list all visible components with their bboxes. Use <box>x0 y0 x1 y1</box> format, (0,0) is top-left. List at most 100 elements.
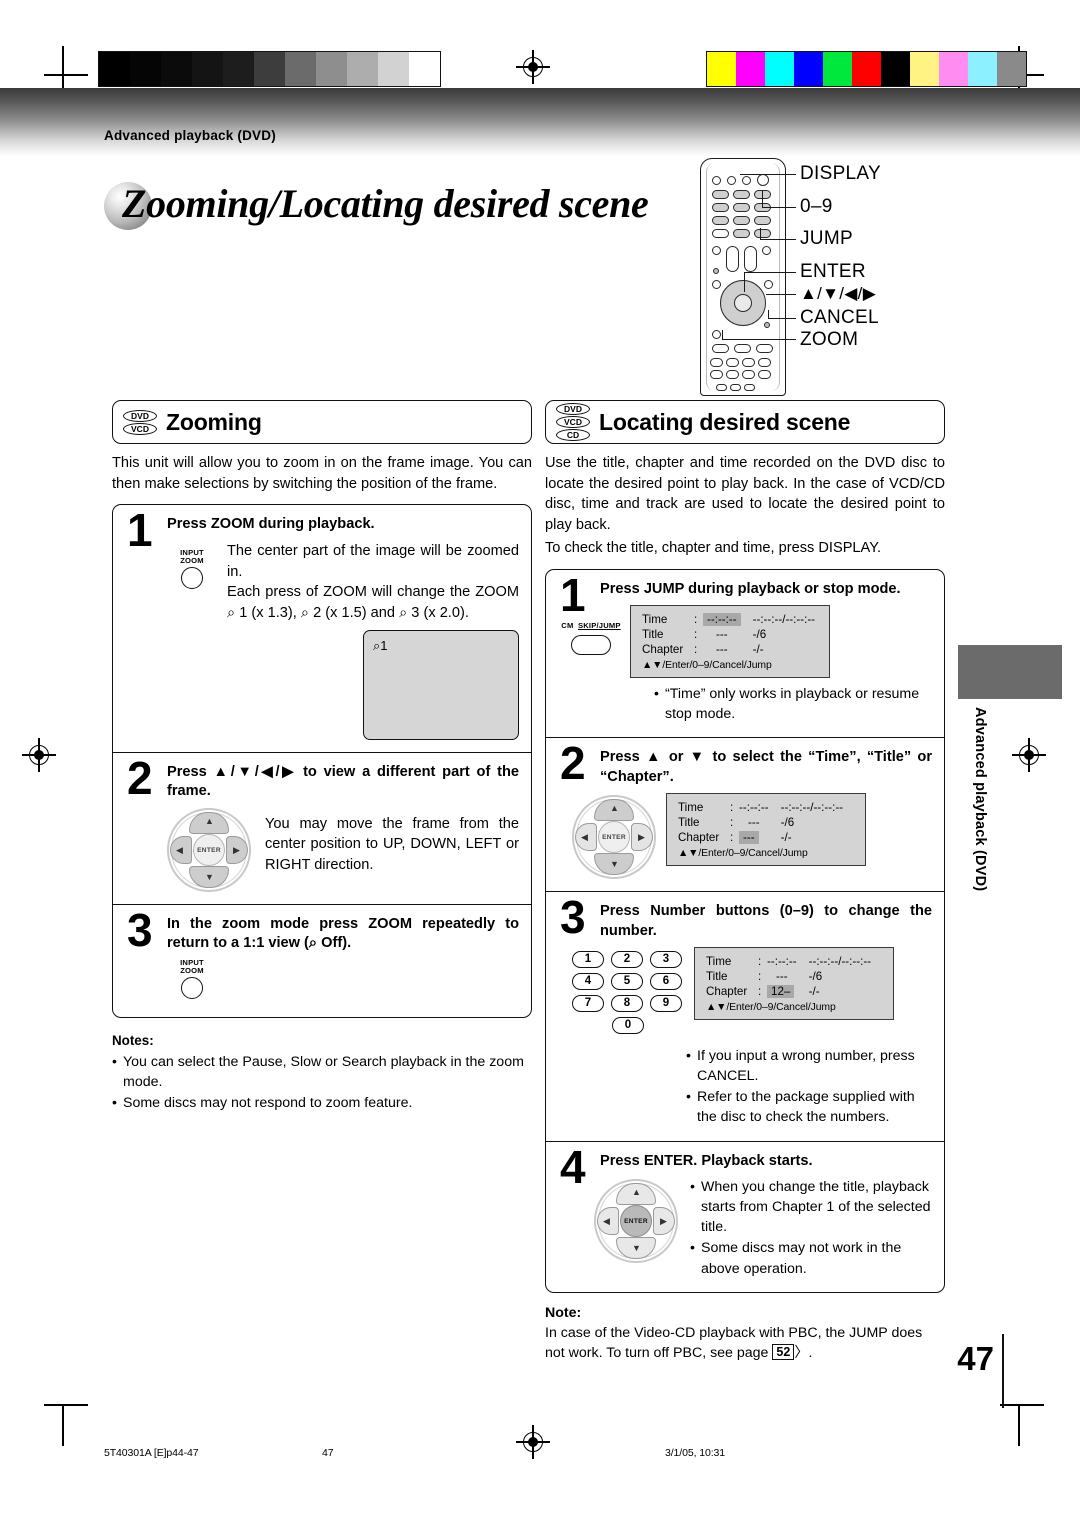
osd-value: --:--:-- <box>703 613 753 628</box>
callout-line-enter <box>744 272 796 274</box>
step-number: 3 <box>560 891 586 944</box>
step-number: 2 <box>127 751 153 804</box>
locating-step-3: 3 Press Number buttons (0–9) to change t… <box>546 891 944 1140</box>
button-circle <box>181 566 203 589</box>
keypad-key: 8 <box>611 994 643 1012</box>
disc-badges: DVD VCD <box>123 409 157 435</box>
dpad-illustration: ▲ ▼ ◀ ▶ ENTER <box>594 1178 678 1263</box>
calibration-swatch <box>285 52 316 86</box>
osd-key: Time <box>642 613 668 626</box>
callout-line-cancel-v <box>768 310 770 319</box>
enter-hub-label: ENTER <box>193 833 225 866</box>
button-cap-line1: CM <box>561 621 574 630</box>
cm-skip-jump-button-glyph: CM SKIP/JUMP <box>558 615 624 655</box>
step-title: Press ZOOM during playback. <box>167 516 375 533</box>
remote-pill-button <box>744 246 757 272</box>
callout-label-enter: ENTER <box>800 261 866 282</box>
zooming-steps: 1 Press ZOOM during playback. INPUT ZOOM… <box>112 504 532 1019</box>
bullet-item: • “Time” only works in playback or resume… <box>654 684 932 724</box>
footer-doc-id: 5T40301A [E]p44-47 <box>104 1447 199 1459</box>
notes-heading: Notes: <box>112 1033 154 1049</box>
callout-label-jump: JUMP <box>800 228 853 249</box>
calibration-swatch <box>223 52 254 86</box>
osd-row-title: Title : --- -/6 <box>706 970 871 985</box>
osd-row-time: Time : --:--:-- --:--:--/--:--:-- <box>678 801 843 816</box>
osd-value: 12– <box>767 984 809 1000</box>
arrow-up-icon: ▲ <box>610 803 619 814</box>
osd-colon: : <box>730 831 734 845</box>
page-number: 47 <box>957 1340 994 1377</box>
step4-bullets: • When you change the title, playback sta… <box>690 1177 932 1280</box>
osd-footer-hint: ▲▼/Enter/0–9/Cancel/Jump <box>706 1001 836 1013</box>
step-body: 1 2 3 4 5 6 7 8 9 0 Time: --:--:-- --:-… <box>558 946 932 1128</box>
calibration-swatch <box>736 52 765 86</box>
crop-mark-tl-v <box>62 46 64 88</box>
calibration-swatch <box>130 52 161 86</box>
osd-row-time: Time : --:--:-- --:--:--/--:--:-- <box>706 955 871 970</box>
remote-lower-row <box>710 358 771 367</box>
osd-extra: -/6 <box>808 969 823 983</box>
locating-intro: Use the title, chapter and time recorded… <box>545 453 945 559</box>
callout-line-zoom-v <box>722 330 724 340</box>
remote-cancel-dot <box>764 322 770 328</box>
step-title: Press JUMP during playback or stop mode. <box>600 580 901 597</box>
note-item: • You can select the Pause, Slow or Searc… <box>112 1052 532 1092</box>
zoom-preview-frame: ⌕1 <box>363 629 519 740</box>
osd-panel-step1: Time : --:--:-- --:--:--/--:--:-- Title … <box>630 605 830 678</box>
keypad-key: 0 <box>612 1016 644 1034</box>
step-title: Press ▲/▼/◀/▶ to view a different part o… <box>167 763 519 800</box>
osd-extra: -/6 <box>752 628 767 641</box>
left-column: DVD VCD Zooming This unit will allow you… <box>112 400 532 1114</box>
osd-footer-hint: ▲▼/Enter/0–9/Cancel/Jump <box>642 660 772 671</box>
remote-enter-dot <box>713 268 719 274</box>
zooming-section-title: Zooming <box>166 408 262 435</box>
step-title: Press Number buttons (0–9) to change the… <box>600 903 932 939</box>
step-number: 1 <box>127 504 153 557</box>
bullet-icon: • <box>112 1053 117 1070</box>
osd-value-highlighted: --- <box>739 831 759 845</box>
keypad-row: 4 5 6 <box>572 972 684 990</box>
notes-list: • You can select the Pause, Slow or Searc… <box>112 1052 532 1113</box>
osd-row-time: Time : --:--:-- --:--:--/--:--:-- <box>642 613 815 628</box>
page-reference-badge: 52 <box>772 1344 795 1361</box>
calibration-swatch <box>823 52 852 86</box>
locating-step-2: 2 Press ▲ or ▼ to select the “Time”, “Ti… <box>546 737 944 891</box>
zooming-intro-text: This unit will allow you to zoom in on t… <box>112 455 532 492</box>
button-oval <box>571 635 611 655</box>
osd-value-text: --- <box>716 628 728 641</box>
keypad-key: 3 <box>650 950 682 968</box>
step-title: Press ▲ or ▼ to select the “Time”, “Titl… <box>600 749 932 785</box>
badge-dvd: DVD <box>123 409 157 422</box>
arrow-left-icon: ◀ <box>581 832 588 843</box>
grayscale-calibration-bar <box>98 51 441 87</box>
arrow-up-icon: ▲ <box>632 1186 641 1197</box>
bullet-item: • If you input a wrong number, press CANC… <box>686 1046 932 1086</box>
calibration-swatch <box>910 52 939 86</box>
osd-key: Chapter <box>706 984 748 998</box>
step-body: ▲ ▼ ◀ ▶ ENTER You may move the frame fro… <box>167 807 519 892</box>
callout-label-zoom: ZOOM <box>800 329 859 350</box>
osd-value: --- <box>739 831 781 846</box>
remote-lower-row <box>716 384 755 391</box>
note-text: Some discs may not respond to zoom featu… <box>123 1095 413 1112</box>
remote-top-buttons <box>712 174 769 186</box>
osd-value: --- <box>703 643 753 658</box>
badge-dvd: DVD <box>556 403 590 415</box>
remote-number-row <box>712 216 771 225</box>
osd-key: Chapter <box>642 643 684 656</box>
zooming-step-3: 3 In the zoom mode press ZOOM repeatedly… <box>113 903 531 1018</box>
osd-colon: : <box>758 984 762 998</box>
crop-mark-br-v <box>1018 1404 1020 1446</box>
bullet-item: • When you change the title, playback sta… <box>690 1177 932 1237</box>
footer-page: 47 <box>322 1447 334 1459</box>
calibration-swatch <box>794 52 823 86</box>
callout-line-zoom <box>722 339 796 341</box>
bullet-icon: • <box>686 1047 691 1064</box>
page-title-text: Zooming/Locating desired scene <box>122 181 649 226</box>
arrow-left-icon: ◀ <box>176 844 183 855</box>
arrow-up-icon: ▲ <box>205 815 214 826</box>
osd-colon: : <box>730 816 734 830</box>
osd-colon: : <box>694 643 698 656</box>
keypad-key: 6 <box>650 972 682 990</box>
note-text-a: In case of the Video-CD playback with PB… <box>545 1324 923 1362</box>
